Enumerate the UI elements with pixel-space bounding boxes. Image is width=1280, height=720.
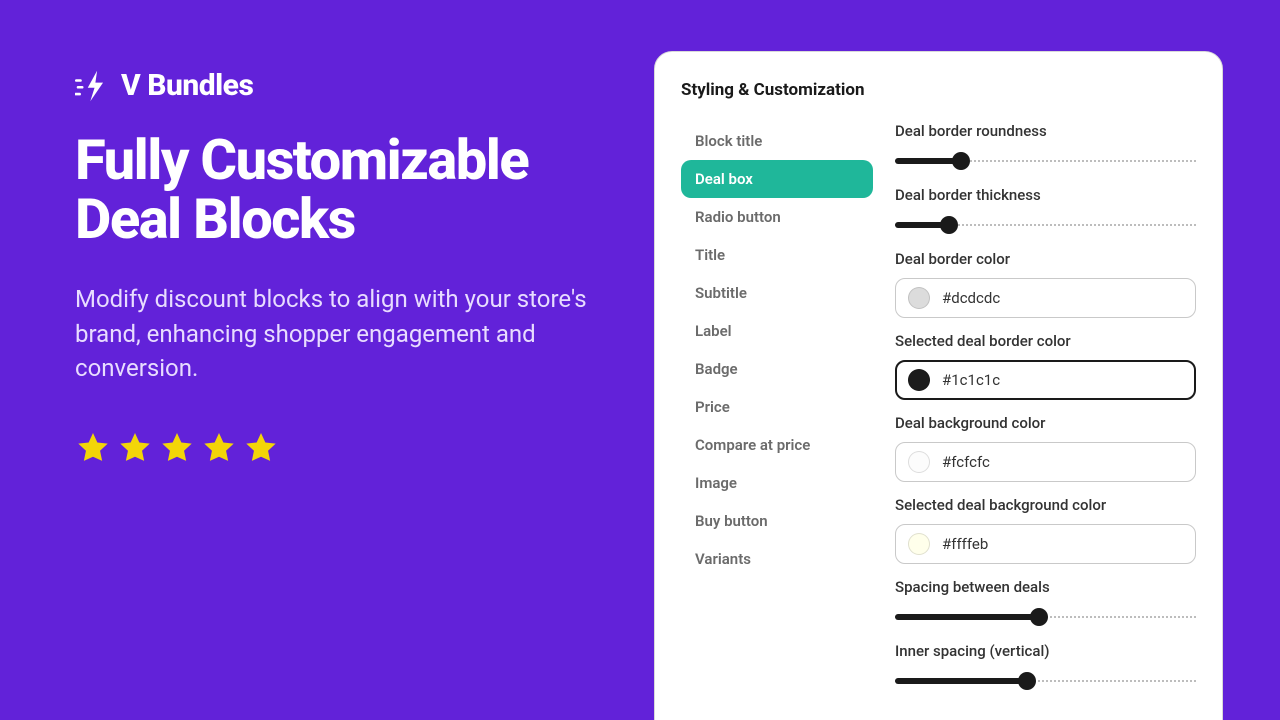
brand-name: V Bundles (121, 68, 253, 103)
slider-fill (895, 614, 1039, 620)
color-swatch[interactable] (908, 369, 930, 391)
settings-list: Deal border roundness Deal border thickne… (895, 122, 1196, 702)
setting-row: Deal background color (895, 414, 1196, 482)
settings-sidebar: Block title Deal box Radio button Title Subt… (681, 122, 873, 702)
slider[interactable] (895, 606, 1196, 628)
slider[interactable] (895, 214, 1196, 236)
sidebar-item[interactable]: Radio button (681, 198, 873, 236)
sidebar-item[interactable]: Deal box (681, 160, 873, 198)
star-icon (159, 430, 195, 466)
setting-label: Selected deal border color (895, 332, 1196, 350)
color-input[interactable] (895, 278, 1196, 318)
setting-row: Spacing between deals (895, 578, 1196, 628)
setting-row: Selected deal border color (895, 332, 1196, 400)
sidebar-item-label: Label (695, 322, 732, 340)
setting-label: Deal border color (895, 250, 1196, 268)
sidebar-item[interactable]: Variants (681, 540, 873, 578)
sidebar-item[interactable]: Compare at price (681, 426, 873, 464)
brand: V Bundles (75, 68, 605, 103)
star-icon (75, 430, 111, 466)
sidebar-item-label: Image (695, 474, 737, 492)
setting-label: Spacing between deals (895, 578, 1196, 596)
sidebar-item[interactable]: Title (681, 236, 873, 274)
slider-thumb[interactable] (952, 152, 970, 170)
sidebar-item-label: Buy button (695, 512, 768, 530)
color-hex-field[interactable] (942, 453, 1183, 471)
setting-label: Deal background color (895, 414, 1196, 432)
slider-thumb[interactable] (1030, 608, 1048, 626)
panel-title: Styling & Customization (681, 80, 1196, 100)
color-swatch[interactable] (908, 451, 930, 473)
sidebar-item[interactable]: Block title (681, 122, 873, 160)
setting-row: Deal border color (895, 250, 1196, 318)
color-swatch[interactable] (908, 533, 930, 555)
setting-label: Selected deal background color (895, 496, 1196, 514)
slider-thumb[interactable] (940, 216, 958, 234)
sidebar-item-label: Badge (695, 360, 738, 378)
setting-row: Inner spacing (vertical) (895, 642, 1196, 692)
sidebar-item[interactable]: Subtitle (681, 274, 873, 312)
sidebar-item-label: Variants (695, 550, 751, 568)
color-hex-field[interactable] (942, 371, 1183, 389)
sidebar-item[interactable]: Image (681, 464, 873, 502)
setting-label: Deal border roundness (895, 122, 1196, 140)
color-swatch[interactable] (908, 287, 930, 309)
setting-row: Deal border thickness (895, 186, 1196, 236)
color-hex-field[interactable] (942, 535, 1183, 553)
sidebar-item-label: Radio button (695, 208, 781, 226)
sidebar-item-label: Block title (695, 132, 762, 150)
sidebar-item[interactable]: Badge (681, 350, 873, 388)
slider[interactable] (895, 670, 1196, 692)
slider-fill (895, 678, 1027, 684)
slider[interactable] (895, 150, 1196, 172)
color-input[interactable] (895, 360, 1196, 400)
slider-thumb[interactable] (1018, 672, 1036, 690)
sidebar-item[interactable]: Price (681, 388, 873, 426)
bolt-icon (75, 69, 109, 103)
sidebar-item[interactable]: Buy button (681, 502, 873, 540)
sidebar-item[interactable]: Label (681, 312, 873, 350)
sidebar-item-label: Price (695, 398, 730, 416)
star-icon (201, 430, 237, 466)
star-icon (117, 430, 153, 466)
sidebar-item-label: Title (695, 246, 725, 264)
sidebar-item-label: Compare at price (695, 436, 810, 454)
subhead: Modify discount blocks to align with you… (75, 282, 605, 386)
sidebar-item-label: Subtitle (695, 284, 747, 302)
color-hex-field[interactable] (942, 289, 1183, 307)
headline: Fully Customizable Deal Blocks (75, 131, 605, 250)
setting-label: Inner spacing (vertical) (895, 642, 1196, 660)
color-input[interactable] (895, 524, 1196, 564)
setting-label: Deal border thickness (895, 186, 1196, 204)
setting-row: Selected deal background color (895, 496, 1196, 564)
sidebar-item-label: Deal box (695, 170, 753, 188)
settings-panel: Styling & Customization Block title Deal … (654, 51, 1223, 720)
color-input[interactable] (895, 442, 1196, 482)
setting-row: Deal border roundness (895, 122, 1196, 172)
star-icon (243, 430, 279, 466)
star-rating (75, 430, 605, 466)
